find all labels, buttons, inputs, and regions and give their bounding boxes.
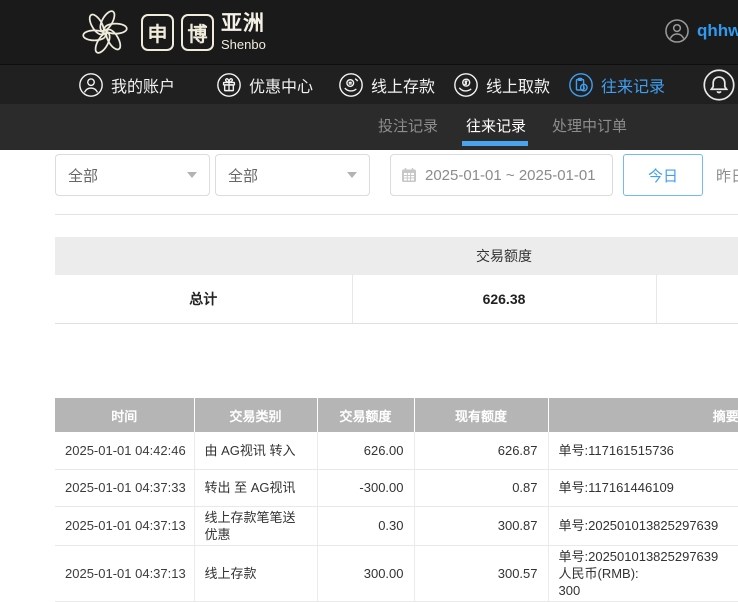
summary-total-row: 总计 626.38: [55, 275, 738, 324]
col-header-amount: 交易额度: [317, 398, 414, 432]
nav-item-promotions[interactable]: 优惠中心: [216, 65, 313, 105]
category-select[interactable]: 全部: [55, 154, 210, 196]
nav-item-label: 线上存款: [371, 73, 435, 97]
records-clipboard-clock-icon: [568, 72, 594, 98]
nav-item-label: 线上取款: [486, 73, 550, 97]
summary-total-value: 626.38: [352, 275, 656, 324]
records-subnav: 投注记录 往来记录 处理中订单: [0, 104, 738, 150]
cell-type: 线上存款笔笔送优惠: [194, 506, 317, 545]
cell-time: 2025-01-01 04:37:13: [55, 506, 194, 545]
section-divider: [55, 214, 738, 215]
cell-balance: 300.57: [414, 545, 548, 601]
summary-table: 交易额度 总计 626.38: [55, 237, 738, 324]
cell-balance: 626.87: [414, 432, 548, 469]
nav-item-transaction-records[interactable]: 往来记录: [568, 65, 665, 105]
nav-item-deposit[interactable]: 线上存款: [338, 65, 435, 105]
summary-total-label: 总计: [55, 275, 352, 324]
summary-header-empty: [55, 237, 352, 275]
table-row: 2025-01-01 04:42:46 由 AG视讯 转入 626.00 626…: [55, 432, 738, 469]
type-select[interactable]: 全部: [215, 154, 370, 196]
nav-item-withdraw[interactable]: 线上取款: [453, 65, 550, 105]
cell-type: 线上存款: [194, 545, 317, 601]
col-header-type: 交易类别: [194, 398, 317, 432]
notifications-button[interactable]: [702, 68, 736, 102]
cell-time: 2025-01-01 04:37:13: [55, 545, 194, 601]
user-account-link[interactable]: qhhw: [664, 18, 738, 44]
yesterday-button[interactable]: 昨日: [716, 154, 738, 196]
cell-summary: 单号:202501013825297639 人民币(RMB): 300: [548, 545, 738, 601]
brand-logo[interactable]: 申 博 亚洲 Shenbo: [76, 3, 266, 61]
today-button[interactable]: 今日: [623, 154, 703, 196]
type-select-value: 全部: [228, 165, 258, 186]
tab-betting-records[interactable]: 投注记录: [378, 104, 438, 150]
brand-name-en: Shenbo: [221, 38, 266, 51]
cell-amount: 0.30: [317, 506, 414, 545]
gift-icon: [216, 72, 242, 98]
cell-type: 由 AG视讯 转入: [194, 432, 317, 469]
table-row: 2025-01-01 04:37:13 线上存款 300.00 300.57 单…: [55, 545, 738, 601]
cell-balance: 0.87: [414, 469, 548, 506]
logo-box-shen: 申: [141, 14, 174, 51]
transactions-table: 时间 交易类别 交易额度 现有额度 摘要 2025-01-01 04:42:46…: [55, 398, 738, 602]
col-header-balance: 现有额度: [414, 398, 548, 432]
nav-item-label: 往来记录: [601, 73, 665, 97]
transactions-header-row: 时间 交易类别 交易额度 现有额度 摘要: [55, 398, 738, 432]
col-header-time: 时间: [55, 398, 194, 432]
nav-item-label: 我的账户: [111, 73, 175, 97]
col-header-summary: 摘要: [548, 398, 738, 432]
bell-icon: [702, 68, 736, 102]
caret-down-icon: [347, 172, 357, 178]
active-tab-underline: [462, 141, 528, 146]
table-row: 2025-01-01 04:37:33 转出 至 AG视讯 -300.00 0.…: [55, 469, 738, 506]
summary-header-empty: [656, 237, 738, 275]
withdraw-coin-icon: [453, 72, 479, 98]
cell-balance: 300.87: [414, 506, 548, 545]
deposit-coin-icon: [338, 72, 364, 98]
cell-summary: 单号:117161446109: [548, 469, 738, 506]
username-text: qhhw: [697, 21, 738, 41]
date-range-value: 2025-01-01 ~ 2025-01-01: [425, 167, 596, 184]
category-select-value: 全部: [68, 165, 98, 186]
top-header: 申 博 亚洲 Shenbo qhhw: [0, 0, 738, 64]
date-range-input[interactable]: 2025-01-01 ~ 2025-01-01: [390, 154, 613, 196]
cell-amount: -300.00: [317, 469, 414, 506]
summary-header-amount: 交易额度: [352, 237, 656, 275]
cell-amount: 300.00: [317, 545, 414, 601]
cell-summary: 单号:117161515736: [548, 432, 738, 469]
user-icon: [78, 72, 104, 98]
main-nav: 我的账户 优惠中心 线上存款 线上取: [0, 64, 738, 104]
cell-amount: 626.00: [317, 432, 414, 469]
table-row: 2025-01-01 04:37:13 线上存款笔笔送优惠 0.30 300.8…: [55, 506, 738, 545]
calendar-icon: [401, 167, 417, 183]
caret-down-icon: [187, 172, 197, 178]
summary-header-row: 交易额度: [55, 237, 738, 275]
cell-time: 2025-01-01 04:37:33: [55, 469, 194, 506]
user-avatar-icon: [664, 18, 690, 44]
brand-name-cn: 亚洲: [221, 13, 266, 34]
summary-empty-cell: [656, 275, 738, 324]
tab-pending-orders[interactable]: 处理中订单: [552, 104, 627, 150]
cell-summary: 单号:202501013825297639: [548, 506, 738, 545]
flower-logo-icon: [76, 3, 134, 61]
nav-item-label: 优惠中心: [249, 73, 313, 97]
logo-box-bo: 博: [181, 14, 214, 51]
cell-type: 转出 至 AG视讯: [194, 469, 317, 506]
nav-item-my-account[interactable]: 我的账户: [78, 65, 175, 105]
cell-time: 2025-01-01 04:42:46: [55, 432, 194, 469]
